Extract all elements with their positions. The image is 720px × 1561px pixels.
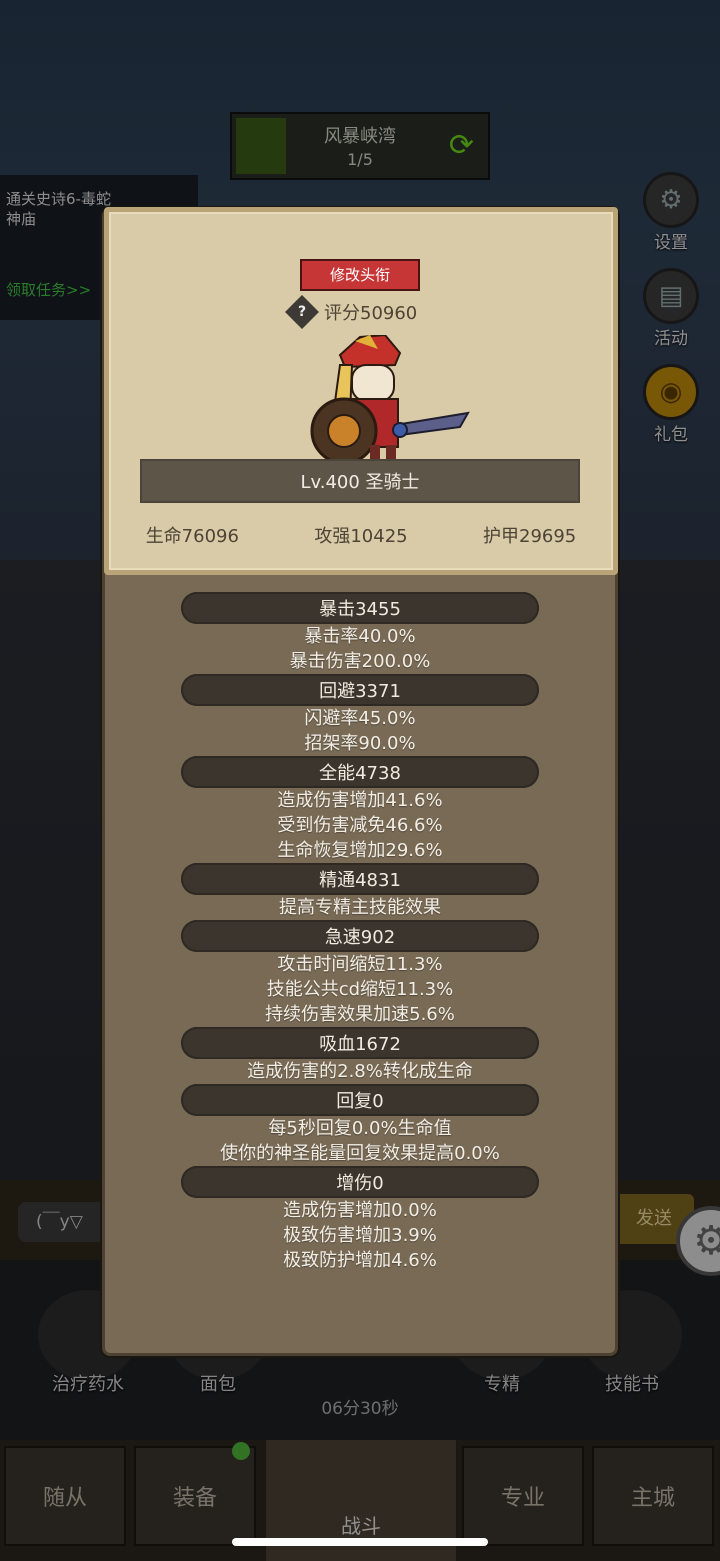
secondary-stats-list: 暴击3455 暴击率40.0% 暴击伤害200.0% 回避3371 闪避率45.… <box>102 592 618 1273</box>
armor-stat: 护甲29695 <box>483 526 577 547</box>
damage-bonus-header: 增伤0 <box>181 1166 539 1198</box>
haste-line: 攻击时间缩短11.3% <box>277 954 443 975</box>
change-title-button[interactable]: 修改头衔 <box>300 259 420 291</box>
avoidance-line: 招架率90.0% <box>304 733 416 754</box>
avoidance-header: 回避3371 <box>181 674 539 706</box>
character-name-level: Lv.400 圣骑士 <box>140 459 580 503</box>
regen-line: 每5秒回复0.0%生命值 <box>268 1118 452 1139</box>
regen-header: 回复0 <box>181 1084 539 1116</box>
lifesteal-header: 吸血1672 <box>181 1027 539 1059</box>
versatility-header: 全能4738 <box>181 756 539 788</box>
help-icon[interactable]: ? <box>285 295 319 329</box>
damage-bonus-line: 极致防护增加4.6% <box>283 1250 437 1271</box>
versatility-line: 生命恢复增加29.6% <box>277 840 443 861</box>
versatility-line: 受到伤害减免46.6% <box>277 815 443 836</box>
hp-stat: 生命76096 <box>145 526 239 547</box>
home-indicator[interactable] <box>232 1538 488 1546</box>
crit-line: 暴击伤害200.0% <box>289 651 431 672</box>
haste-header: 急速902 <box>181 920 539 952</box>
damage-bonus-line: 极致伤害增加3.9% <box>283 1225 437 1246</box>
paladin-avatar <box>310 335 470 465</box>
damage-bonus-line: 造成伤害增加0.0% <box>283 1200 437 1221</box>
crit-header: 暴击3455 <box>181 592 539 624</box>
mastery-header: 精通4831 <box>181 863 539 895</box>
score-value: 评分50960 <box>324 303 418 324</box>
regen-line: 使你的神圣能量回复效果提高0.0% <box>220 1143 500 1164</box>
score-row: ? 评分50960 <box>285 295 418 329</box>
haste-line: 持续伤害效果加速5.6% <box>265 1004 455 1025</box>
versatility-line: 造成伤害增加41.6% <box>277 790 443 811</box>
avoidance-line: 闪避率45.0% <box>304 708 416 729</box>
haste-line: 技能公共cd缩短11.3% <box>266 979 454 1000</box>
primary-stats: 生命76096 攻强10425 护甲29695 <box>108 522 614 548</box>
lifesteal-line: 造成伤害的2.8%转化成生命 <box>247 1061 473 1082</box>
crit-line: 暴击率40.0% <box>304 626 416 647</box>
attack-stat: 攻强10425 <box>314 526 408 547</box>
mastery-line: 提高专精主技能效果 <box>279 897 441 918</box>
